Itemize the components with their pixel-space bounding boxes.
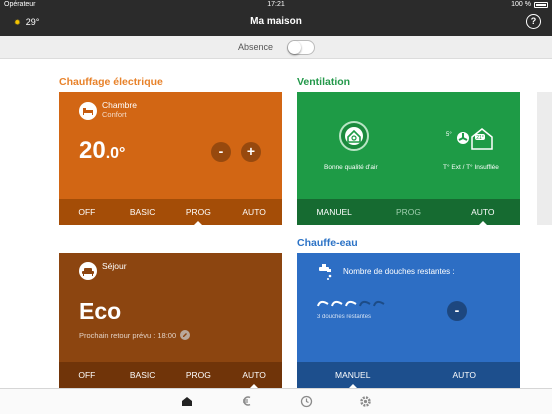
absence-label: Absence (238, 42, 274, 52)
mode-bar-sejour: OFF BASIC PROG AUTO (59, 362, 282, 388)
absence-row: Absence (0, 36, 552, 59)
showers-remaining-text: 3 douches restantes (317, 314, 372, 320)
temp-label: T° Ext / T° Insufflée (443, 164, 499, 171)
wave-icon-1 (317, 300, 329, 307)
help-button[interactable]: ? (526, 14, 541, 29)
mode-bar-chauffe-eau: MANUEL AUTO (297, 362, 520, 388)
sofa-icon (79, 262, 97, 280)
fan-house-icon: 21° (455, 125, 495, 151)
temp-ext-value: 5° (446, 132, 452, 138)
temp-decimal: .0° (105, 145, 126, 162)
room-mode-chambre: Confort (102, 110, 127, 119)
temperature-display: 20.0° (79, 137, 125, 165)
euro-icon[interactable] (238, 393, 256, 409)
page-title: Ma maison (250, 16, 302, 27)
wave-icon-3 (345, 300, 357, 307)
mode-auto[interactable]: AUTO (446, 199, 520, 225)
room-name-chambre: Chambre (102, 100, 137, 110)
mode-auto[interactable]: AUTO (409, 362, 521, 388)
home-icon[interactable] (178, 393, 196, 409)
temp-integer: 20 (79, 137, 106, 164)
mode-basic[interactable]: BASIC (115, 362, 171, 388)
top-bar: Opérateur 17:21 100 % ✹ 29° Ma maison ? (0, 0, 552, 36)
card-chambre[interactable]: Chambre Confort 20.0° - + OFF BASIC PROG… (59, 92, 282, 225)
mode-prog[interactable]: PROG (371, 199, 445, 225)
faucet-icon (317, 263, 337, 281)
section-title-chauffage: Chauffage électrique (59, 76, 163, 88)
battery-level: 100 % (511, 1, 531, 8)
section-title-chauffe-eau: Chauffe-eau (297, 237, 358, 249)
air-quality-icon (339, 121, 369, 151)
section-title-ventilation: Ventilation (297, 76, 351, 88)
next-page-edge (537, 92, 552, 225)
mode-off[interactable]: OFF (59, 362, 115, 388)
next-return-row: Prochain retour prévu : 18:00 (79, 330, 191, 340)
mode-manuel[interactable]: MANUEL (297, 362, 409, 388)
mode-off[interactable]: OFF (59, 199, 115, 225)
wave-icon-2 (331, 300, 343, 307)
room-name-sejour: Séjour (102, 261, 127, 271)
absence-toggle-knob (288, 41, 301, 54)
mode-bar-chambre: OFF BASIC PROG AUTO (59, 199, 282, 225)
card-chauffe-eau[interactable]: Nombre de douches restantes : 3 douches … (297, 253, 520, 388)
next-return-text: Prochain retour prévu : 18:00 (79, 330, 177, 340)
mode-label-eco: Eco (79, 298, 122, 324)
card-sejour[interactable]: Séjour Eco Prochain retour prévu : 18:00… (59, 253, 282, 388)
mode-prog[interactable]: PROG (171, 199, 227, 225)
temp-insufflee-value: 21° (476, 135, 484, 141)
status-time: 17:21 (267, 1, 285, 8)
showers-title: Nombre de douches restantes : (343, 267, 455, 276)
card-ventilation[interactable]: Bonne qualité d'air 5° 21° T° Ext / T° I… (297, 92, 520, 225)
shower-wave-indicators (317, 298, 385, 307)
pencil-icon[interactable] (180, 330, 191, 340)
wave-icon-4 (359, 300, 371, 307)
mode-auto[interactable]: AUTO (226, 199, 282, 225)
gear-icon[interactable] (356, 393, 374, 409)
clock-icon[interactable] (297, 393, 315, 409)
status-battery: 100 % (511, 1, 548, 8)
bed-icon (79, 102, 97, 120)
mode-prog[interactable]: PROG (171, 362, 227, 388)
mode-bar-ventilation: MANUEL PROG AUTO (297, 199, 520, 225)
decrease-showers-button[interactable]: - (447, 301, 467, 321)
mode-manuel[interactable]: MANUEL (297, 199, 371, 225)
wave-icon-5 (373, 300, 385, 307)
battery-icon (534, 1, 548, 8)
increase-temp-button[interactable]: + (241, 142, 261, 162)
mode-basic[interactable]: BASIC (115, 199, 171, 225)
absence-toggle[interactable] (287, 40, 315, 55)
air-quality-label: Bonne qualité d'air (324, 164, 378, 171)
bottom-tab-bar (0, 388, 552, 414)
mode-auto[interactable]: AUTO (226, 362, 282, 388)
decrease-temp-button[interactable]: - (211, 142, 231, 162)
